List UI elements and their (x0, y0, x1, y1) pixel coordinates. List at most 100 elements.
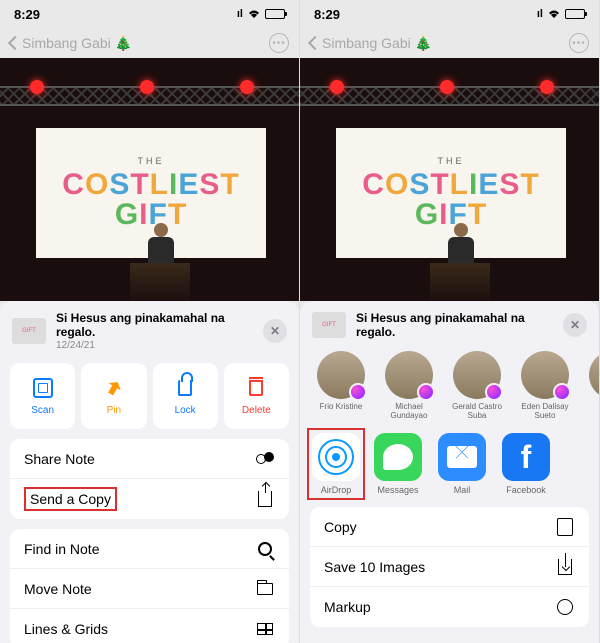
messenger-badge-icon (485, 383, 503, 401)
scan-tile[interactable]: Scan (10, 363, 75, 429)
sheet-title: Si Hesus ang pinakamahal na regalo. (56, 311, 253, 339)
messenger-badge-icon (553, 383, 571, 401)
share-contact[interactable]: Frio Kristine (312, 351, 370, 421)
photo-word-1: COSTLIEST (62, 170, 239, 200)
trash-icon (245, 377, 267, 399)
row-label: Markup (324, 599, 371, 615)
note-thumb: GIFT (12, 318, 46, 344)
share-contact[interactable]: Michael Gundayao (380, 351, 438, 421)
row-label: Find in Note (24, 541, 99, 557)
back-label: Simbang Gabi 🎄 (322, 35, 432, 52)
send-a-copy-row[interactable]: Send a Copy (10, 479, 289, 519)
back-button[interactable]: Simbang Gabi 🎄 (10, 35, 132, 52)
close-icon[interactable]: ✕ (263, 319, 287, 343)
search-icon (255, 539, 275, 559)
share-up-icon (255, 489, 275, 509)
contact-name: Frio Kristine (320, 403, 363, 421)
more-icon[interactable]: ••• (569, 33, 589, 53)
note-photo: THE COSTLIEST GIFT (300, 58, 599, 301)
contact-name: Michael Gundayao (380, 403, 438, 421)
mail-app[interactable]: Mail (436, 433, 488, 495)
airdrop-icon (318, 439, 354, 475)
facebook-icon: f (521, 439, 532, 476)
app-label: Mail (454, 485, 471, 495)
back-label: Simbang Gabi 🎄 (22, 35, 132, 52)
status-time: 8:29 (314, 7, 340, 22)
row-label: Share Note (24, 451, 95, 467)
status-time: 8:29 (14, 7, 40, 22)
scan-icon (32, 377, 54, 399)
notes-header: Simbang Gabi 🎄 ••• (300, 28, 599, 58)
back-button[interactable]: Simbang Gabi 🎄 (310, 35, 432, 52)
save-down-icon (555, 557, 575, 577)
action-sheet: GIFT Si Hesus ang pinakamahal na regalo.… (0, 301, 299, 643)
battery-icon (265, 9, 285, 19)
status-bar: 8:29 ıl (0, 0, 299, 28)
sheet-date: 12/24/21 (56, 340, 253, 351)
row-label: Save 10 Images (324, 559, 425, 575)
move-note-row[interactable]: Move Note (10, 569, 289, 609)
pin-tile[interactable]: Pin (81, 363, 146, 429)
share-contact[interactable]: Eden Dalisay Sueto (516, 351, 574, 421)
avatar (453, 351, 501, 399)
airdrop-app[interactable]: AirDrop (310, 431, 362, 497)
chevron-back-icon (8, 36, 22, 50)
row-label: Move Note (24, 581, 92, 597)
markup-row[interactable]: Markup (310, 587, 589, 627)
avatar (317, 351, 365, 399)
collab-icon (255, 449, 275, 469)
avatar (589, 351, 599, 399)
lock-icon (174, 377, 196, 399)
status-bar: 8:29 ıl (300, 0, 599, 28)
lock-tile[interactable]: Lock (153, 363, 218, 429)
signal-icon: ıl (537, 8, 543, 20)
mail-icon (447, 446, 477, 468)
avatar (521, 351, 569, 399)
app-label: AirDrop (321, 485, 352, 495)
share-sheet: GIFT Si Hesus ang pinakamahal na regalo.… (300, 301, 599, 643)
messenger-badge-icon (417, 383, 435, 401)
more-icon[interactable]: ••• (269, 33, 289, 53)
battery-icon (565, 9, 585, 19)
share-contact[interactable]: Gerald Castro Suba (448, 351, 506, 421)
share-contact[interactable]: Ale (584, 351, 599, 421)
right-screenshot: 8:29 ıl Simbang Gabi 🎄 ••• THE COSTLIEST… (300, 0, 600, 643)
app-label: Facebook (506, 485, 546, 495)
tile-label: Scan (31, 405, 54, 416)
wifi-icon (247, 8, 261, 21)
messages-icon (383, 444, 413, 470)
lines-&-grids-row[interactable]: Lines & Grids (10, 609, 289, 643)
grid-icon (255, 619, 275, 639)
sheet-title: Si Hesus ang pinakamahal na regalo. (356, 311, 553, 339)
note-thumb: GIFT (312, 312, 346, 338)
contact-name: Gerald Castro Suba (448, 403, 506, 421)
wifi-icon (547, 8, 561, 21)
close-icon[interactable]: ✕ (563, 313, 587, 337)
signal-icon: ıl (237, 8, 243, 20)
copy-icon (555, 517, 575, 537)
row-label: Send a Copy (24, 487, 117, 511)
save-10-images-row[interactable]: Save 10 Images (310, 547, 589, 587)
messages-app[interactable]: Messages (372, 433, 424, 495)
avatar (385, 351, 433, 399)
messenger-badge-icon (349, 383, 367, 401)
row-label: Lines & Grids (24, 621, 108, 637)
find-in-note-row[interactable]: Find in Note (10, 529, 289, 569)
note-photo: THE COSTLIEST GIFT (0, 58, 299, 301)
left-screenshot: 8:29 ıl Simbang Gabi 🎄 ••• THE COSTLIEST… (0, 0, 300, 643)
tile-label: Delete (242, 405, 271, 416)
app-label: Messages (377, 485, 418, 495)
chevron-back-icon (308, 36, 322, 50)
row-label: Copy (324, 519, 357, 535)
tile-label: Lock (175, 405, 196, 416)
delete-tile[interactable]: Delete (224, 363, 289, 429)
facebook-app[interactable]: f Facebook (500, 433, 552, 495)
copy-row[interactable]: Copy (310, 507, 589, 547)
pin-icon (103, 377, 125, 399)
share-note-row[interactable]: Share Note (10, 439, 289, 479)
notes-header: Simbang Gabi 🎄 ••• (0, 28, 299, 58)
markup-icon (555, 597, 575, 617)
folder-icon (255, 579, 275, 599)
contact-name: Eden Dalisay Sueto (516, 403, 574, 421)
tile-label: Pin (107, 405, 121, 416)
